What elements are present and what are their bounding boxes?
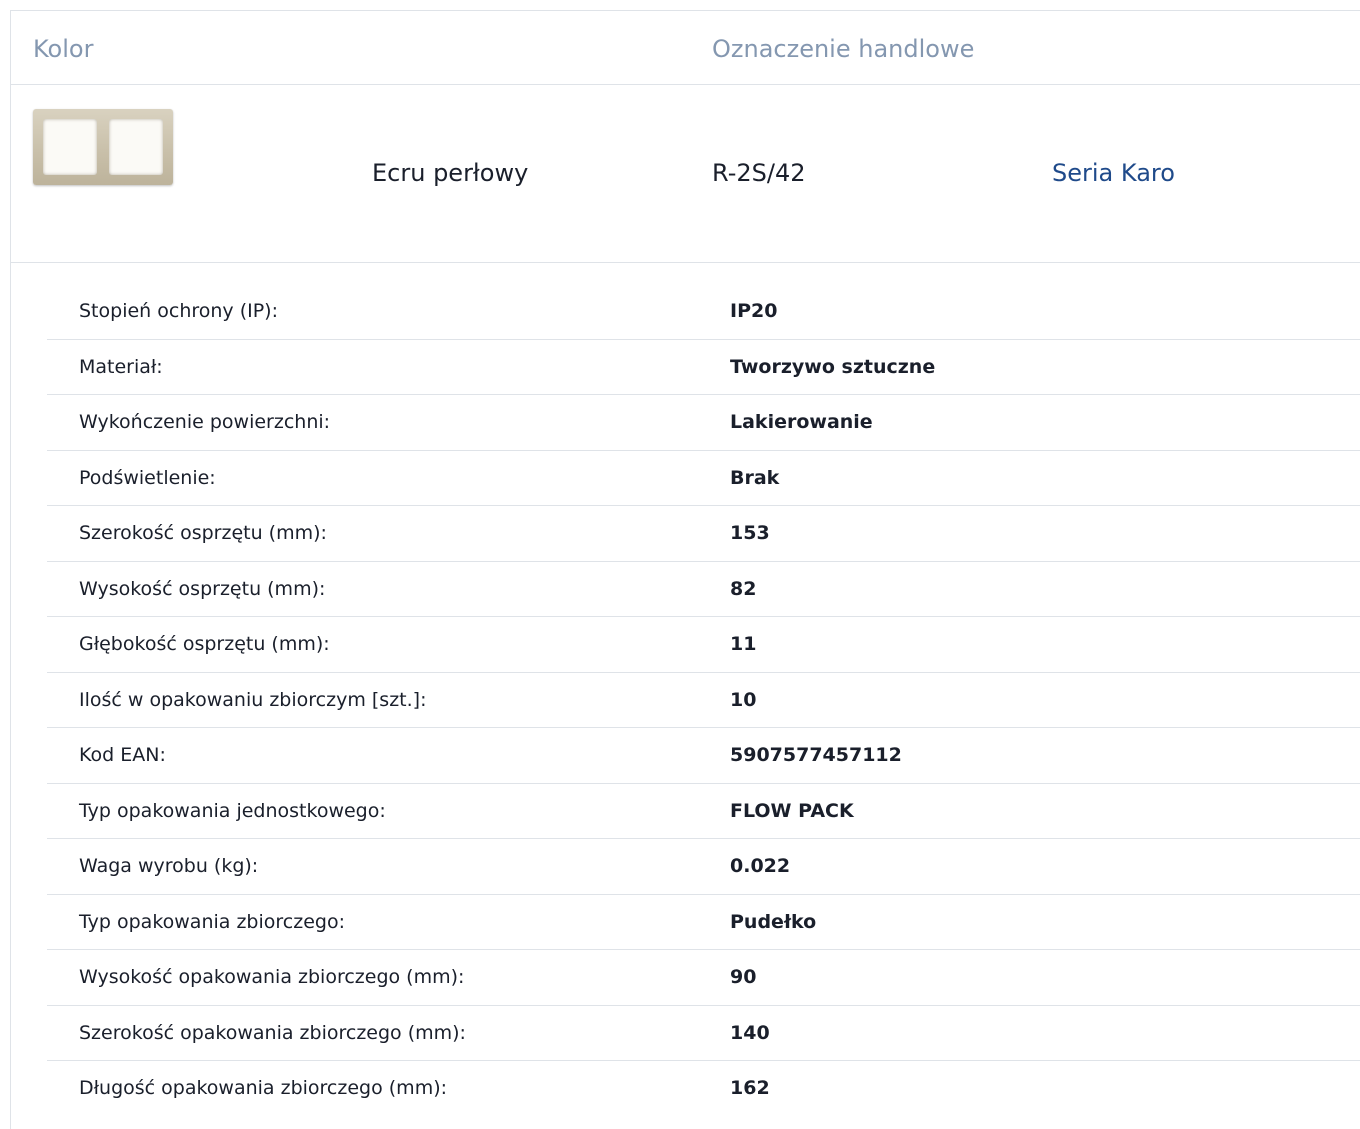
spec-row: Szerokość osprzętu (mm): 153 <box>47 506 1360 562</box>
product-code: R-2S/42 <box>712 159 806 187</box>
spec-value: 82 <box>730 577 757 600</box>
spec-value: 162 <box>730 1077 770 1099</box>
color-column-header: Kolor <box>33 35 94 63</box>
spec-row: Długość opakowania zbiorczego (mm): 162 <box>47 1061 1360 1117</box>
spec-row: Typ opakowania jednostkowego: FLOW PACK <box>47 784 1360 839</box>
specifications-table: Stopień ochrony (IP): IP20 Materiał: Two… <box>47 284 1360 1117</box>
spec-label: Głębokość osprzętu (mm): <box>79 633 330 655</box>
spec-row: Podświetlenie: Brak <box>47 451 1360 506</box>
spec-row: Wykończenie powierzchni: Lakierowanie <box>47 395 1360 451</box>
spec-value: 0.022 <box>730 855 791 877</box>
spec-label: Długość opakowania zbiorczego (mm): <box>79 1077 448 1099</box>
spec-label: Kod EAN: <box>79 744 166 766</box>
frame-window-left <box>43 119 97 175</box>
spec-value: Pudełko <box>730 910 817 933</box>
series-link[interactable]: Seria Karo <box>1052 159 1175 187</box>
spec-row: Kod EAN: 5907577457112 <box>47 728 1360 784</box>
product-row: Ecru perłowy R-2S/42 Seria Karo <box>11 85 1360 263</box>
spec-row: Wysokość osprzętu (mm): 82 <box>47 562 1360 617</box>
spec-row: Głębokość osprzętu (mm): 11 <box>47 617 1360 673</box>
spec-label: Wysokość opakowania zbiorczego (mm): <box>79 966 465 988</box>
spec-label: Ilość w opakowaniu zbiorczym [szt.]: <box>79 688 427 711</box>
spec-label: Wysokość osprzętu (mm): <box>79 577 326 600</box>
spec-label: Typ opakowania zbiorczego: <box>79 910 345 933</box>
spec-row: Materiał: Tworzywo sztuczne <box>47 340 1360 395</box>
spec-row: Wysokość opakowania zbiorczego (mm): 90 <box>47 950 1360 1006</box>
frame-window-right <box>109 119 163 175</box>
spec-value: Tworzywo sztuczne <box>730 355 936 378</box>
table-header: Kolor Oznaczenie handlowe <box>11 11 1360 85</box>
spec-row: Ilość w opakowaniu zbiorczym [szt.]: 10 <box>47 673 1360 728</box>
trade-designation-column-header: Oznaczenie handlowe <box>712 35 975 63</box>
spec-label: Waga wyrobu (kg): <box>79 855 259 877</box>
spec-value: 90 <box>730 966 757 988</box>
spec-label: Stopień ochrony (IP): <box>79 300 278 322</box>
spec-value: IP20 <box>730 300 778 322</box>
spec-label: Typ opakowania jednostkowego: <box>79 799 386 822</box>
spec-row: Typ opakowania zbiorczego: Pudełko <box>47 895 1360 950</box>
product-thumbnail <box>33 109 173 185</box>
spec-value: 10 <box>730 688 757 711</box>
spec-value: 140 <box>730 1021 770 1044</box>
spec-row: Waga wyrobu (kg): 0.022 <box>47 839 1360 895</box>
spec-row: Szerokość opakowania zbiorczego (mm): 14… <box>47 1006 1360 1061</box>
spec-value: 11 <box>730 633 757 655</box>
spec-value: 5907577457112 <box>730 744 902 766</box>
spec-label: Materiał: <box>79 355 163 378</box>
spec-value: 153 <box>730 522 770 544</box>
spec-label: Szerokość osprzętu (mm): <box>79 522 327 544</box>
color-name: Ecru perłowy <box>372 159 529 187</box>
spec-value: FLOW PACK <box>730 799 854 822</box>
spec-label: Podświetlenie: <box>79 466 216 489</box>
spec-value: Lakierowanie <box>730 411 873 433</box>
product-variant-panel: Kolor Oznaczenie handlowe Ecru perłowy R… <box>10 10 1360 1129</box>
spec-label: Wykończenie powierzchni: <box>79 411 331 433</box>
spec-label: Szerokość opakowania zbiorczego (mm): <box>79 1021 466 1044</box>
spec-value: Brak <box>730 466 780 489</box>
page: Kolor Oznaczenie handlowe Ecru perłowy R… <box>0 0 1360 1129</box>
spec-row: Stopień ochrony (IP): IP20 <box>47 284 1360 340</box>
